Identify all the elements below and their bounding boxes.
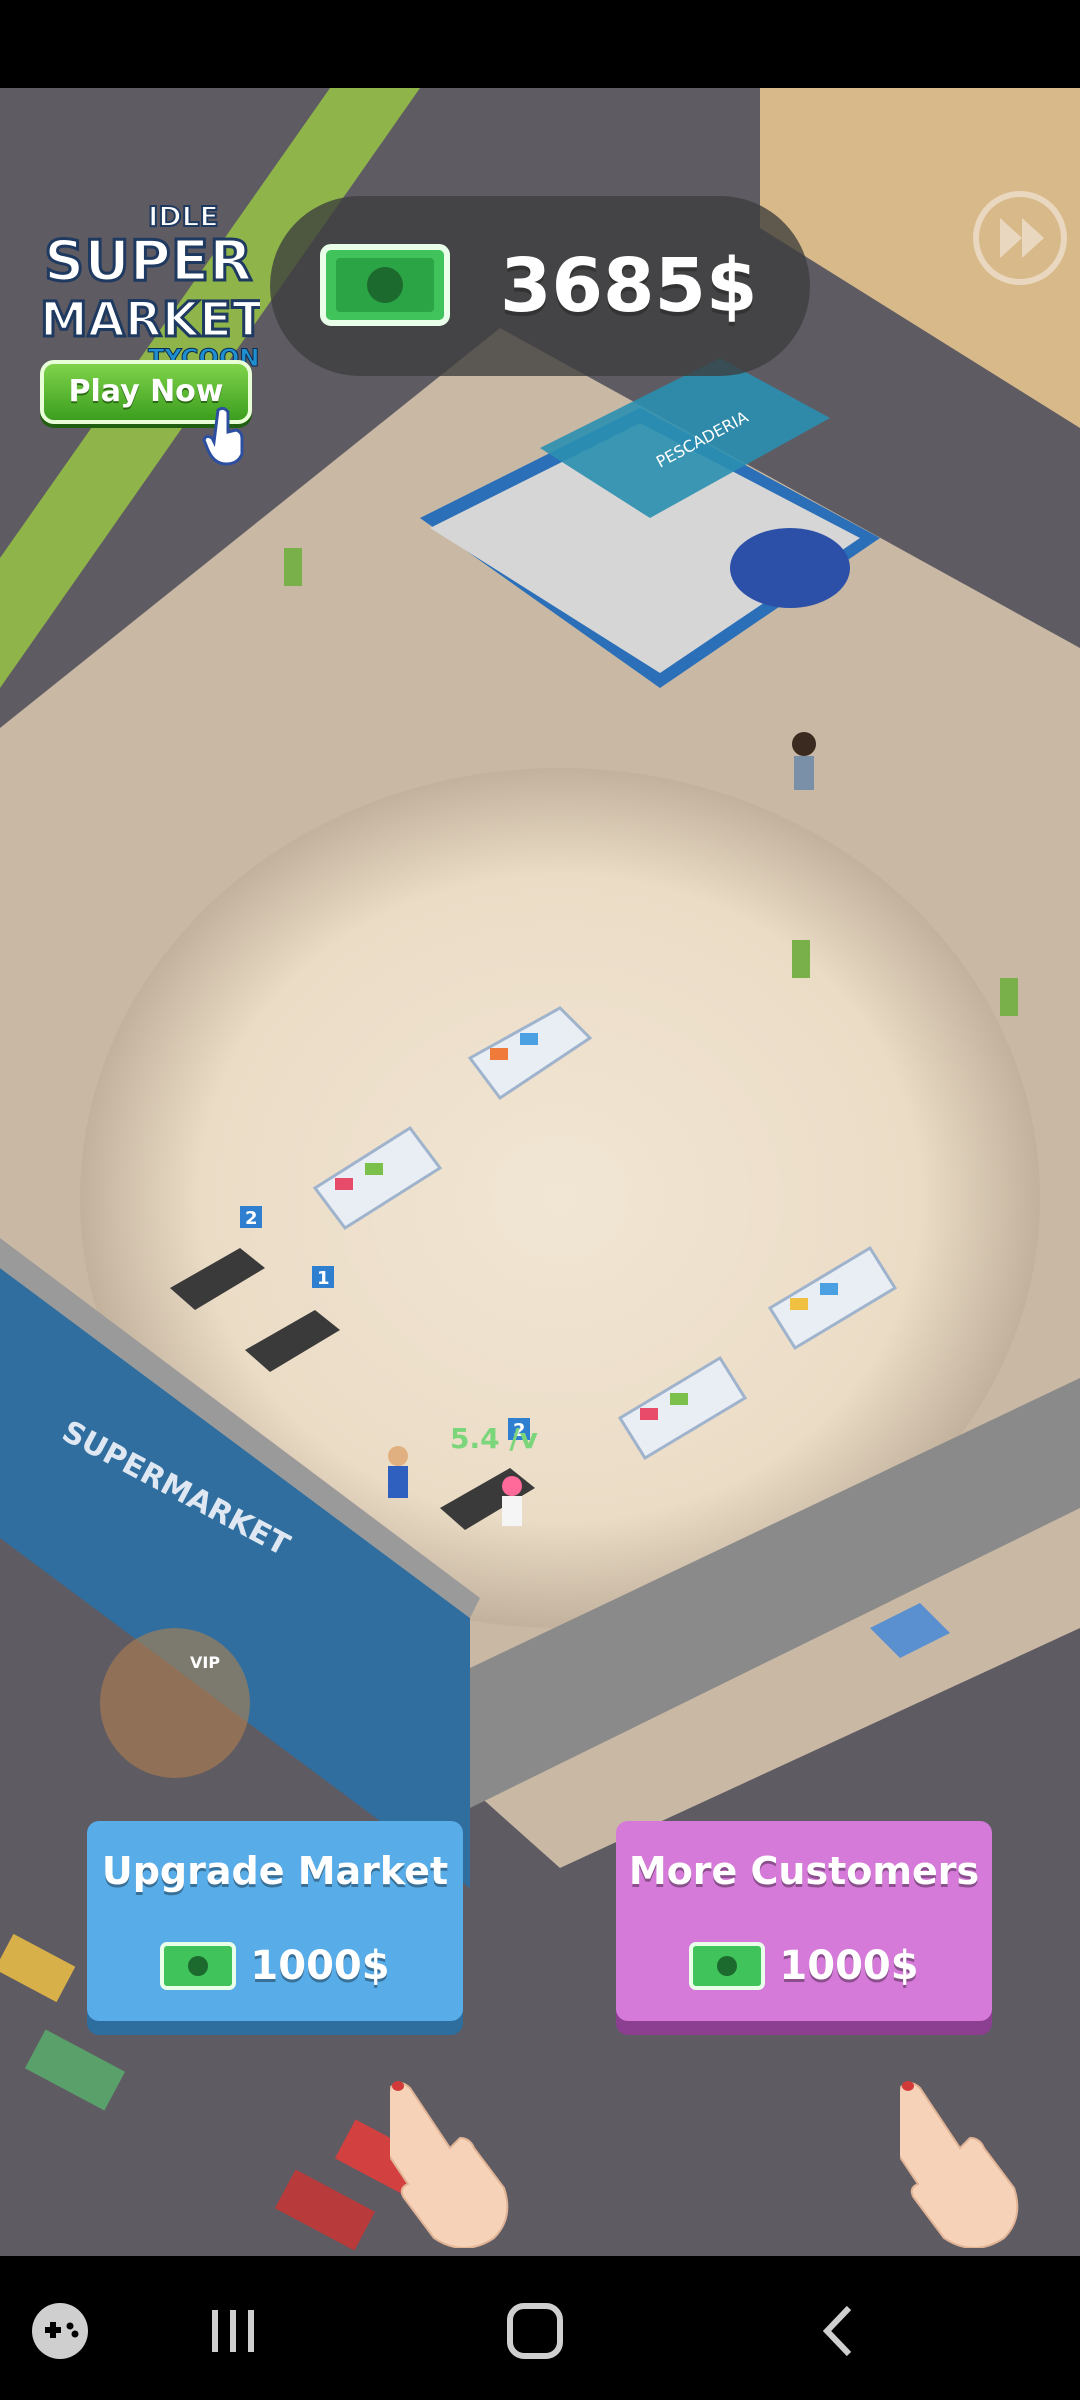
more-customers-title: More Customers — [628, 1849, 980, 1893]
money-counter: 3685$ — [270, 196, 810, 376]
game-controller-icon[interactable] — [25, 2296, 95, 2366]
more-customers-button[interactable]: More Customers 1000$ — [616, 1821, 992, 2021]
floating-income: 5.4 /v — [450, 1422, 538, 1455]
more-customers-price: 1000$ — [616, 1939, 992, 1991]
recents-icon[interactable] — [198, 2296, 268, 2366]
navigation-bar — [0, 2256, 1080, 2400]
svg-text:1: 1 — [317, 1268, 330, 1289]
upgrade-market-price: 1000$ — [87, 1939, 463, 1991]
money-amount: 3685$ — [500, 243, 758, 329]
home-icon[interactable] — [500, 2296, 570, 2366]
vip-label: VIP — [190, 1653, 220, 1672]
vip-pad — [100, 1628, 250, 1778]
cash-icon — [160, 1942, 237, 1990]
upgrade-market-title: Upgrade Market — [101, 1849, 449, 1893]
hand-pointer-icon — [202, 406, 244, 466]
tutorial-finger-icon — [900, 2081, 1019, 2248]
cash-icon — [689, 1942, 766, 1990]
game-viewport[interactable]: PESCADERIA 2 1 2 5.4 /v SUPERMARKET VIP … — [0, 88, 1080, 2256]
fish-display — [730, 528, 850, 608]
cash-icon — [320, 244, 450, 326]
svg-text:SUPER: SUPER — [44, 229, 252, 294]
status-bar — [0, 0, 1080, 88]
fast-forward-icon[interactable] — [970, 188, 1070, 288]
upgrade-market-button[interactable]: Upgrade Market 1000$ — [87, 1821, 463, 2021]
back-icon[interactable] — [805, 2296, 875, 2366]
tutorial-finger-icon — [390, 2081, 509, 2248]
svg-text:MARKET: MARKET — [40, 292, 260, 348]
svg-text:2: 2 — [245, 1208, 258, 1229]
